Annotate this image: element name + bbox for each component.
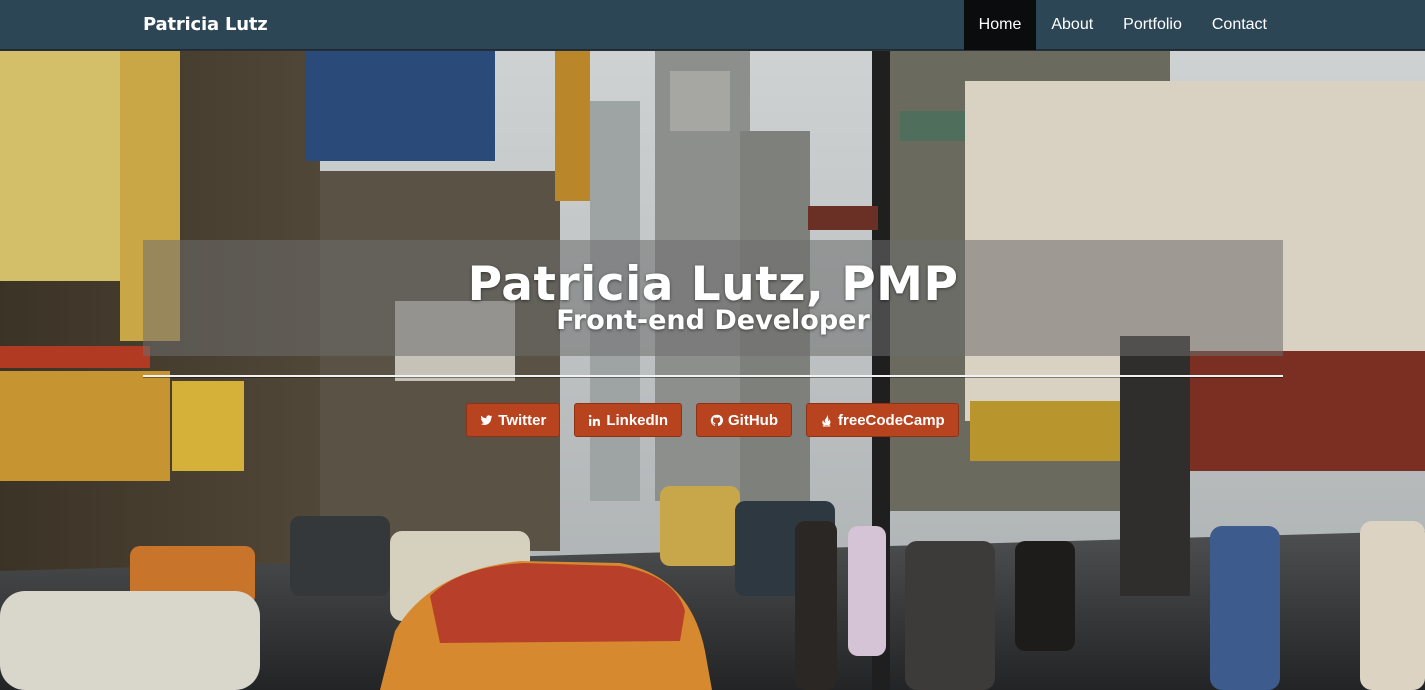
hero-title: Patricia Lutz, PMP [467, 257, 959, 312]
hero-background-image [0, 51, 1425, 690]
linkedin-label: LinkedIn [606, 411, 669, 429]
freecodecamp-label: freeCodeCamp [838, 411, 945, 429]
fire-icon [820, 414, 833, 427]
brand-link[interactable]: Patricia Lutz [143, 14, 268, 35]
linkedin-icon [588, 414, 601, 427]
linkedin-button[interactable]: LinkedIn [574, 403, 683, 437]
top-navbar: Patricia Lutz Home About Portfolio Conta… [0, 0, 1425, 50]
github-button[interactable]: GitHub [696, 403, 793, 437]
social-links: Twitter LinkedIn GitHub freeCodeCamp [0, 403, 1425, 437]
twitter-label: Twitter [498, 411, 547, 429]
divider [143, 375, 1283, 377]
nav-item-contact[interactable]: Contact [1197, 0, 1282, 50]
hero-subtitle: Front-end Developer [556, 305, 870, 336]
nav-item-portfolio[interactable]: Portfolio [1108, 0, 1197, 50]
github-label: GitHub [728, 411, 779, 429]
nav-item-about[interactable]: About [1036, 0, 1108, 50]
twitter-button[interactable]: Twitter [466, 403, 561, 437]
freecodecamp-button[interactable]: freeCodeCamp [806, 403, 959, 437]
nav-menu: Home About Portfolio Contact [963, 0, 1282, 50]
hero-section: Patricia Lutz, PMP Front-end Developer T… [0, 51, 1425, 690]
nav-item-home[interactable]: Home [963, 0, 1037, 50]
twitter-icon [480, 414, 493, 427]
github-icon [710, 414, 724, 427]
